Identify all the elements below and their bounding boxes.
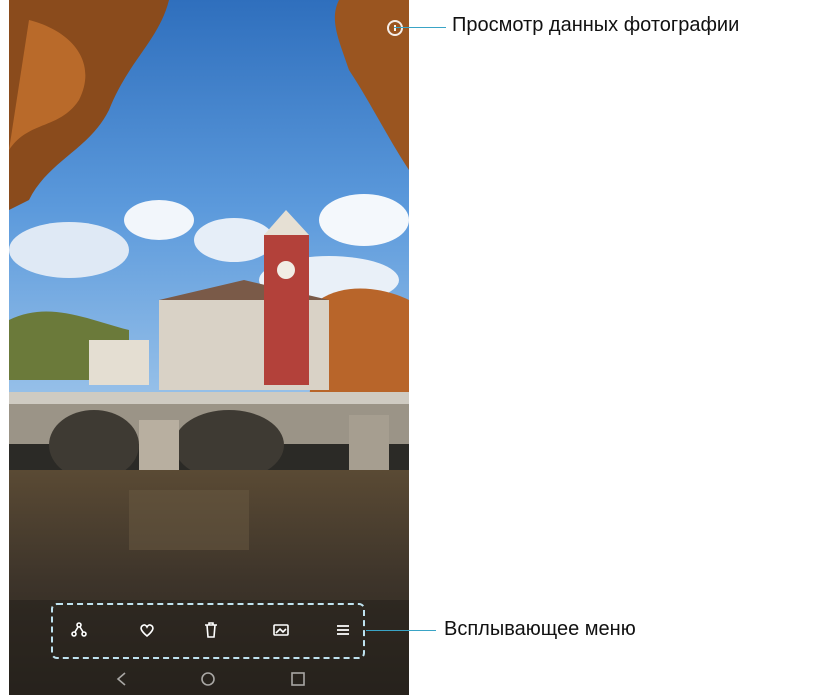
photo-details-label: Просмотр данных фотографии (452, 14, 740, 36)
recents-icon[interactable] (289, 670, 307, 688)
photo-image (9, 0, 409, 695)
photo-viewer (9, 0, 409, 695)
more-icon[interactable] (333, 620, 353, 640)
home-icon[interactable] (199, 670, 217, 688)
share-icon[interactable] (69, 620, 89, 640)
favorite-icon[interactable] (137, 620, 157, 640)
edit-icon[interactable] (271, 620, 291, 640)
info-icon[interactable] (387, 20, 403, 36)
popup-menu-callout-line (366, 630, 436, 631)
delete-icon[interactable] (201, 620, 221, 640)
back-icon[interactable] (113, 670, 131, 688)
popup-menu-label: Всплывающее меню (444, 618, 636, 640)
photo-details-callout-line (394, 27, 446, 28)
